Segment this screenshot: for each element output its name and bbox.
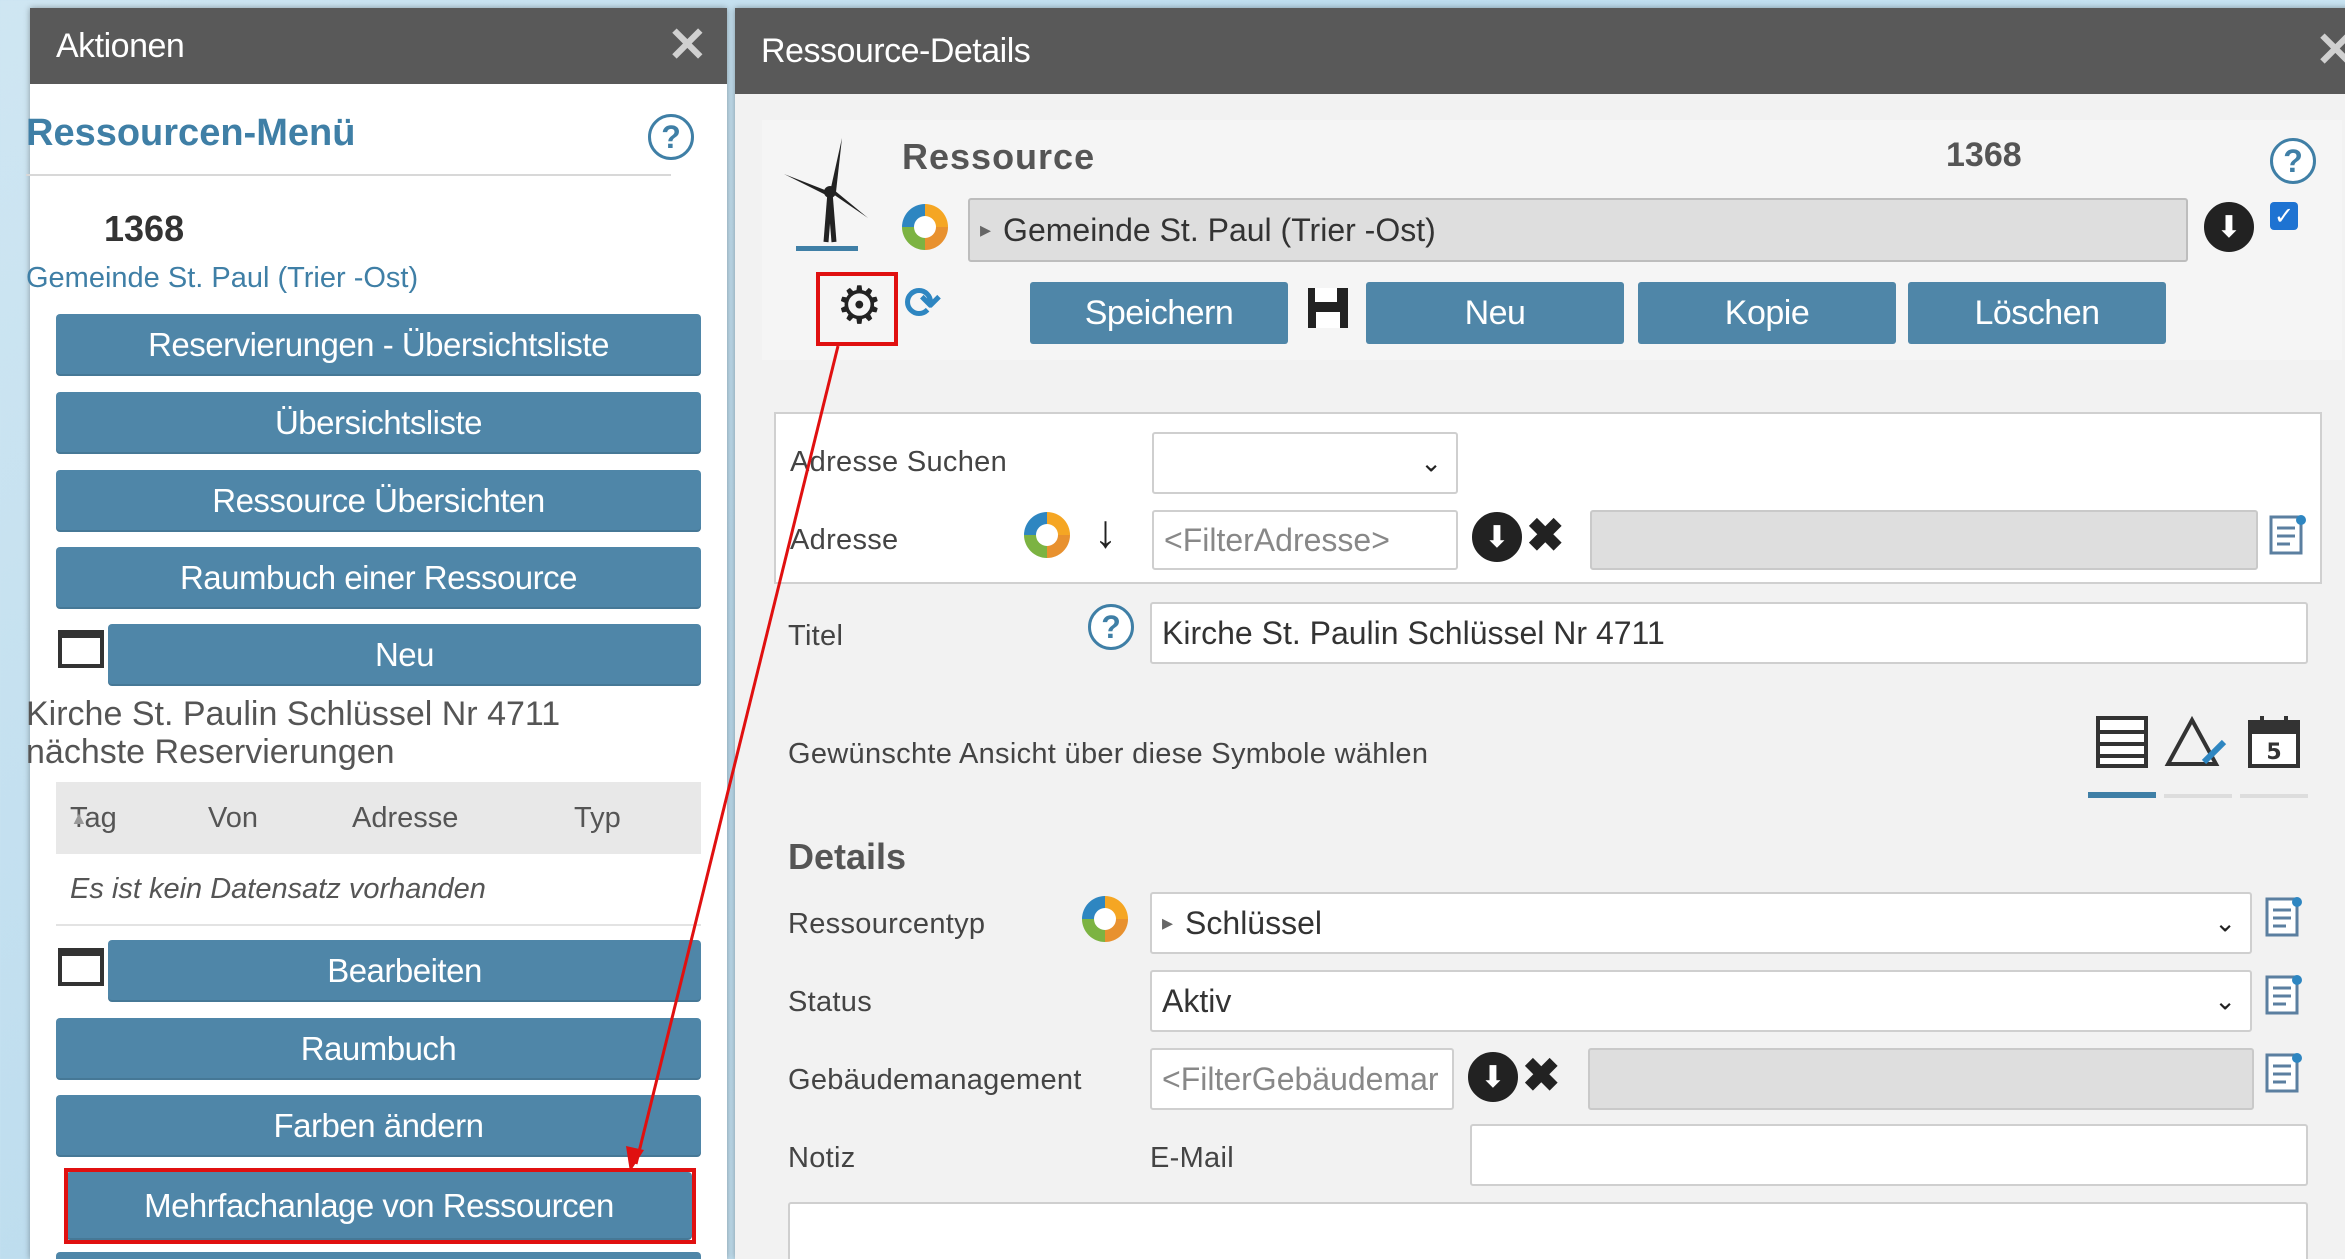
annotation-arrow [626,345,840,1172]
